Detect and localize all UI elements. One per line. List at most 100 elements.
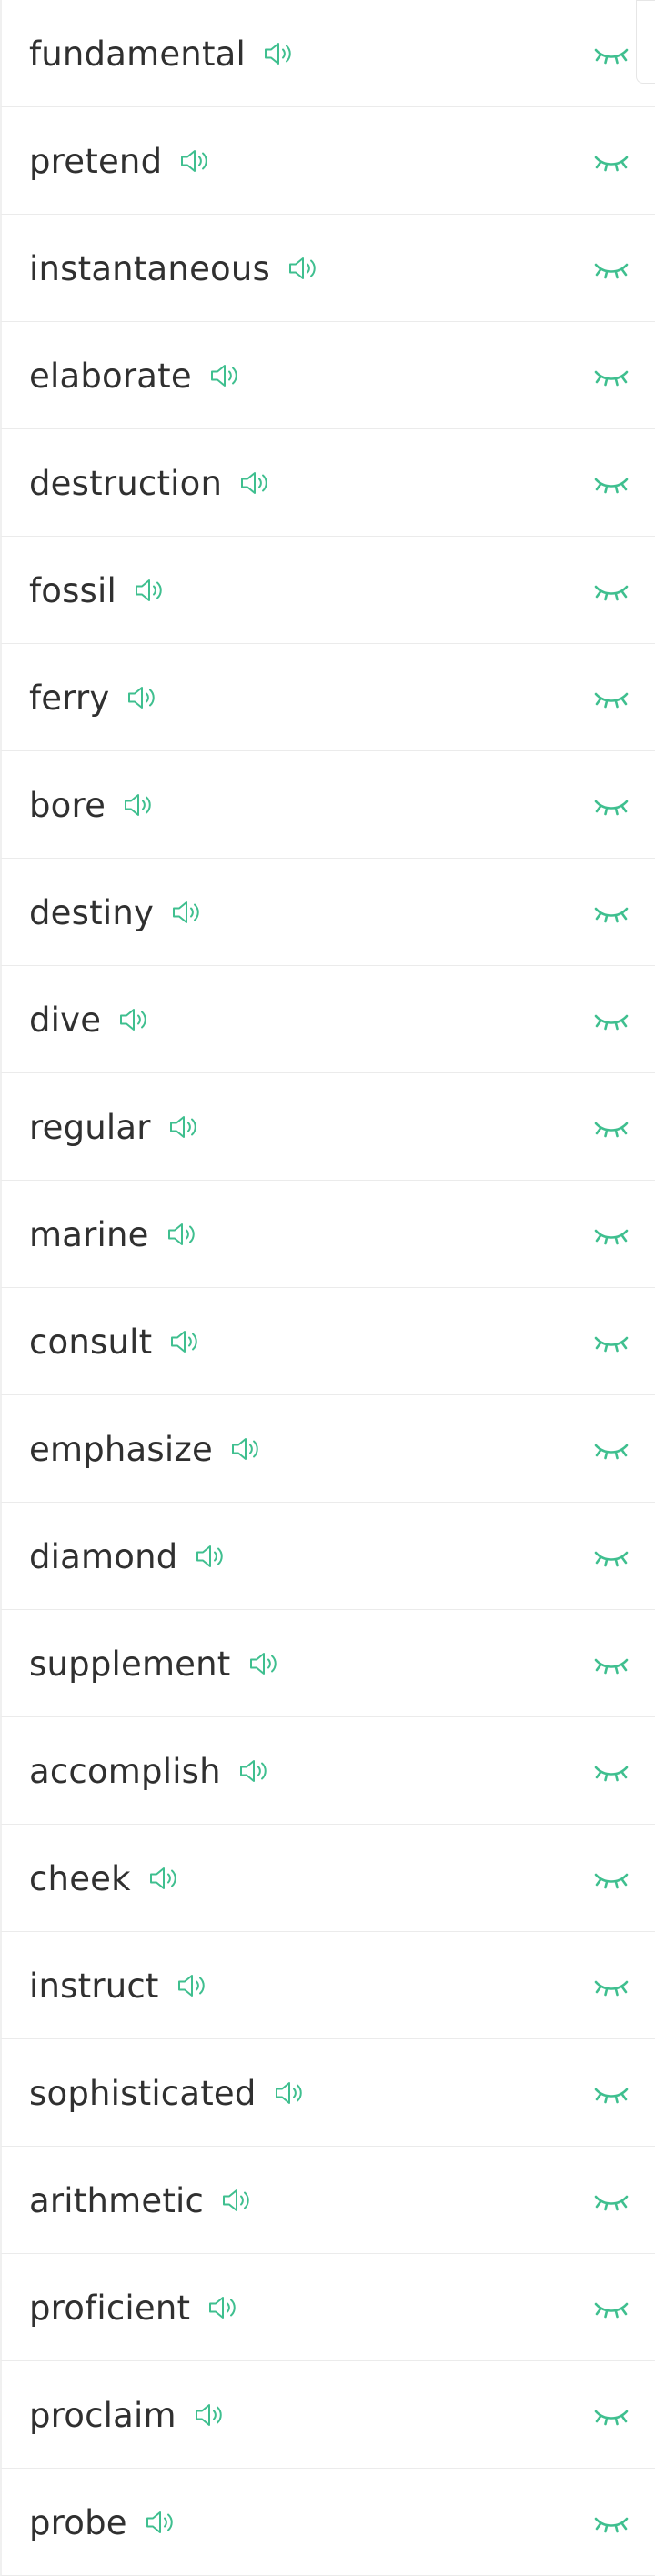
list-item[interactable]: probe	[0, 2469, 655, 2576]
speaker-icon[interactable]	[122, 790, 155, 820]
list-item[interactable]: dive	[0, 966, 655, 1073]
speaker-icon[interactable]	[273, 2078, 306, 2108]
word-label: cheek	[29, 1858, 131, 1898]
speaker-icon[interactable]	[229, 1434, 262, 1464]
closed-eye-icon[interactable]	[593, 789, 630, 821]
word-group: instantaneous	[29, 215, 319, 322]
speaker-icon[interactable]	[126, 683, 158, 712]
word-group: fundamental	[29, 0, 295, 107]
speaker-icon[interactable]	[238, 468, 271, 498]
word-label: accomplish	[29, 1751, 221, 1791]
closed-eye-icon[interactable]	[593, 2506, 630, 2539]
word-label: consult	[29, 1322, 153, 1362]
speaker-icon[interactable]	[207, 2293, 239, 2322]
list-item[interactable]: proficient	[0, 2254, 655, 2361]
word-group: elaborate	[29, 322, 241, 429]
speaker-icon[interactable]	[170, 898, 203, 927]
word-group: bore	[29, 751, 155, 859]
list-item[interactable]: sophisticated	[0, 2039, 655, 2147]
list-item[interactable]: elaborate	[0, 322, 655, 429]
word-label: elaborate	[29, 356, 192, 396]
list-item[interactable]: instruct	[0, 1932, 655, 2039]
closed-eye-icon[interactable]	[593, 37, 630, 70]
closed-eye-icon[interactable]	[593, 1647, 630, 1680]
speaker-icon[interactable]	[220, 2186, 253, 2215]
speaker-icon[interactable]	[287, 254, 319, 283]
list-item[interactable]: consult	[0, 1288, 655, 1395]
closed-eye-icon[interactable]	[593, 1755, 630, 1787]
closed-eye-icon[interactable]	[593, 145, 630, 177]
list-item[interactable]: cheek	[0, 1825, 655, 1932]
list-item[interactable]: ferry	[0, 644, 655, 751]
closed-eye-icon[interactable]	[593, 252, 630, 285]
closed-eye-icon[interactable]	[593, 2399, 630, 2431]
list-item[interactable]: bore	[0, 751, 655, 859]
list-item[interactable]: accomplish	[0, 1717, 655, 1825]
closed-eye-icon[interactable]	[593, 1111, 630, 1143]
closed-eye-icon[interactable]	[593, 681, 630, 714]
closed-eye-icon[interactable]	[593, 1540, 630, 1573]
closed-eye-icon[interactable]	[593, 1003, 630, 1036]
speaker-icon[interactable]	[262, 39, 295, 68]
list-item[interactable]: diamond	[0, 1503, 655, 1610]
closed-eye-icon[interactable]	[593, 1969, 630, 2002]
closed-eye-icon[interactable]	[593, 896, 630, 929]
word-group: ferry	[29, 644, 158, 751]
word-label: diamond	[29, 1536, 178, 1576]
list-item[interactable]: destiny	[0, 859, 655, 966]
closed-eye-icon[interactable]	[593, 359, 630, 392]
word-label: fossil	[29, 570, 116, 610]
closed-eye-icon[interactable]	[593, 1862, 630, 1895]
speaker-icon[interactable]	[247, 1649, 280, 1678]
closed-eye-icon[interactable]	[593, 1433, 630, 1465]
speaker-icon[interactable]	[237, 1756, 270, 1786]
word-group: destruction	[29, 429, 271, 537]
closed-eye-icon[interactable]	[593, 467, 630, 499]
closed-eye-icon[interactable]	[593, 1218, 630, 1251]
closed-eye-icon[interactable]	[593, 2291, 630, 2324]
list-item[interactable]: supplement	[0, 1610, 655, 1717]
list-item[interactable]: destruction	[0, 429, 655, 537]
speaker-icon[interactable]	[176, 1971, 208, 2000]
word-label: destruction	[29, 463, 223, 503]
word-group: probe	[29, 2469, 176, 2576]
word-label: marine	[29, 1214, 149, 1254]
speaker-icon[interactable]	[147, 1864, 180, 1893]
word-label: probe	[29, 2502, 127, 2542]
speaker-icon[interactable]	[193, 2400, 226, 2430]
speaker-icon[interactable]	[133, 576, 166, 605]
list-item[interactable]: regular	[0, 1073, 655, 1181]
closed-eye-icon[interactable]	[593, 574, 630, 607]
list-item[interactable]: marine	[0, 1181, 655, 1288]
speaker-icon[interactable]	[166, 1220, 198, 1249]
list-item[interactable]: fossil	[0, 537, 655, 644]
speaker-icon[interactable]	[144, 2508, 176, 2537]
speaker-icon[interactable]	[168, 1327, 201, 1356]
speaker-icon[interactable]	[117, 1005, 150, 1034]
word-group: proclaim	[29, 2361, 226, 2469]
word-label: pretend	[29, 141, 163, 181]
list-item[interactable]: fundamental	[0, 0, 655, 107]
word-group: regular	[29, 1073, 200, 1181]
word-label: sophisticated	[29, 2073, 257, 2113]
word-label: destiny	[29, 892, 155, 932]
word-group: supplement	[29, 1610, 280, 1717]
closed-eye-icon[interactable]	[593, 2077, 630, 2109]
word-label: arithmetic	[29, 2180, 205, 2220]
list-item[interactable]: pretend	[0, 107, 655, 215]
word-group: arithmetic	[29, 2147, 253, 2254]
speaker-icon[interactable]	[178, 146, 211, 176]
list-item[interactable]: arithmetic	[0, 2147, 655, 2254]
speaker-icon[interactable]	[194, 1542, 227, 1571]
list-item[interactable]: emphasize	[0, 1395, 655, 1503]
list-item[interactable]: proclaim	[0, 2361, 655, 2469]
closed-eye-icon[interactable]	[593, 2184, 630, 2217]
list-item[interactable]: instantaneous	[0, 215, 655, 322]
word-label: fundamental	[29, 34, 247, 74]
word-group: accomplish	[29, 1717, 270, 1825]
speaker-icon[interactable]	[167, 1112, 200, 1142]
word-group: pretend	[29, 107, 211, 215]
word-label: instantaneous	[29, 248, 270, 288]
closed-eye-icon[interactable]	[593, 1325, 630, 1358]
speaker-icon[interactable]	[208, 361, 241, 390]
